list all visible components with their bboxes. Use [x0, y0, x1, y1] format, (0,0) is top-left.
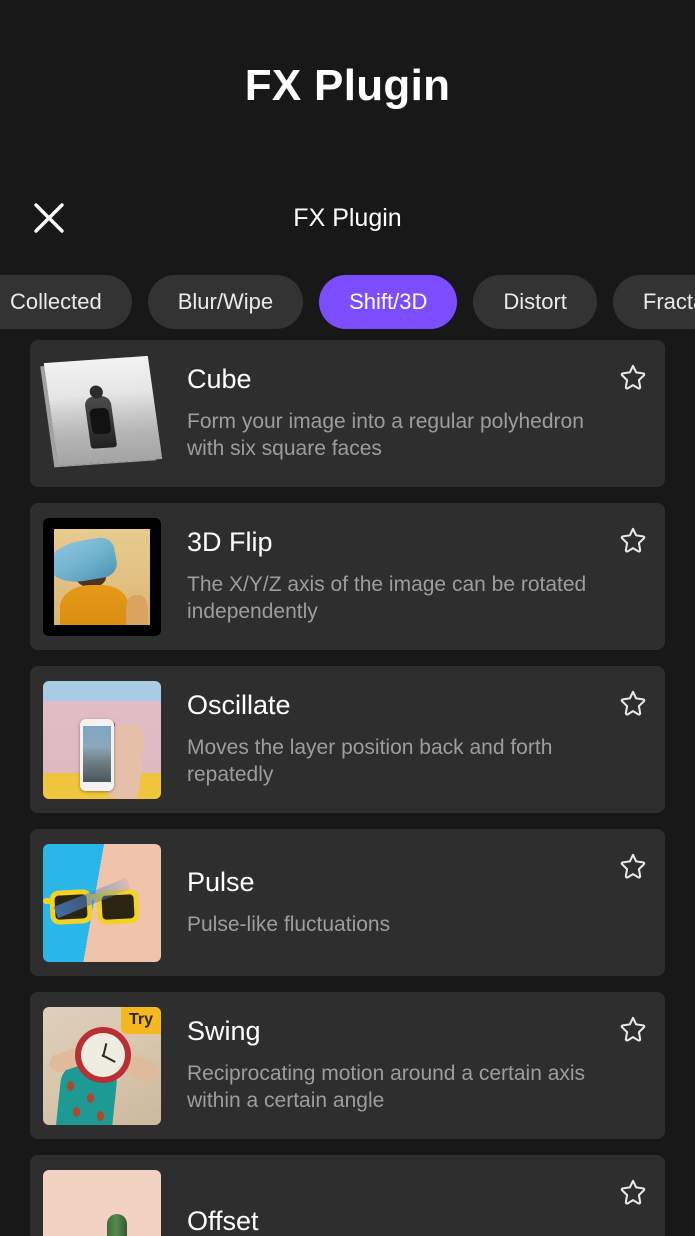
category-chip-collected[interactable]: Collected [0, 275, 132, 329]
try-badge: Try [120, 1006, 161, 1034]
effect-thumbnail-cube [43, 355, 163, 473]
effect-name: 3D Flip [187, 527, 273, 558]
effect-name: Offset [187, 1205, 259, 1236]
fx-plugin-screen: FX Plugin FX Plugin Collected Blur/Wipe … [0, 0, 695, 1236]
effect-list-item-swing[interactable]: Try Swing Reciprocating motion around a … [30, 992, 665, 1139]
effect-text: 3D Flip The X/Y/Z axis of the image can … [161, 527, 601, 626]
thumbnail-wrap [43, 517, 161, 636]
effect-list-item-pulse[interactable]: Pulse Pulse-like fluctuations [30, 829, 665, 976]
chip-label: Distort [503, 289, 567, 314]
effect-name: Pulse [187, 866, 255, 897]
page-title: FX Plugin [244, 61, 451, 110]
category-chip-blur-wipe[interactable]: Blur/Wipe [147, 275, 304, 329]
effect-thumbnail-offset [43, 1169, 161, 1236]
close-icon [32, 201, 66, 235]
thumbnail-wrap [43, 843, 161, 962]
thumbnail-wrap [43, 680, 161, 799]
chip-label: Fractal [642, 289, 695, 314]
effect-text: Swing Reciprocating motion around a cert… [161, 1016, 601, 1115]
favorite-button[interactable] [601, 666, 665, 813]
favorite-button[interactable] [601, 340, 665, 487]
category-chip-distort[interactable]: Distort [473, 275, 597, 329]
star-outline-icon [618, 688, 648, 717]
effect-text: Offset [161, 1206, 601, 1236]
effect-thumbnail-pulse [43, 843, 161, 962]
star-outline-icon [618, 525, 648, 554]
effect-thumbnail-3d-flip [43, 517, 161, 636]
effect-description: The X/Y/Z axis of the image can be rotat… [187, 573, 587, 624]
effect-list-item-offset[interactable]: Offset [30, 1155, 665, 1236]
favorite-button[interactable] [601, 1155, 665, 1236]
chip-label: Shift/3D [349, 289, 428, 314]
thumbnail-wrap: Try [43, 1006, 161, 1125]
thumbnail-wrap [43, 1169, 161, 1236]
chip-label: Collected [10, 289, 102, 314]
effect-description: Moves the layer position back and forth … [187, 736, 553, 787]
effect-text: Pulse Pulse-like fluctuations [161, 867, 601, 939]
effect-list-item-oscillate[interactable]: Oscillate Moves the layer position back … [30, 666, 665, 813]
favorite-button[interactable] [601, 503, 665, 650]
effect-text: Oscillate Moves the layer position back … [161, 690, 601, 789]
effect-text: Cube Form your image into a regular poly… [161, 364, 601, 463]
app-title-bar: FX Plugin [0, 0, 695, 172]
star-outline-icon [618, 851, 648, 880]
star-outline-icon [618, 362, 648, 391]
category-chip-shift-3d[interactable]: Shift/3D [319, 275, 458, 329]
effect-name: Oscillate [187, 690, 291, 721]
effect-description: Form your image into a regular polyhedro… [187, 410, 584, 461]
sheet-title: FX Plugin [293, 203, 402, 232]
effect-list-item-cube[interactable]: Cube Form your image into a regular poly… [30, 340, 665, 487]
category-chip-fractal[interactable]: Fractal [612, 275, 695, 329]
favorite-button[interactable] [601, 992, 665, 1139]
sheet-header: FX Plugin [0, 172, 695, 264]
chip-label: Blur/Wipe [177, 289, 274, 314]
effect-description: Reciprocating motion around a certain ax… [187, 1062, 586, 1113]
effect-name: Cube [187, 364, 252, 395]
star-outline-icon [618, 1177, 648, 1206]
favorite-button[interactable] [601, 829, 665, 976]
category-chip-row[interactable]: Collected Blur/Wipe Shift/3D Distort Fra… [0, 264, 695, 340]
effect-list-item-3d-flip[interactable]: 3D Flip The X/Y/Z axis of the image can … [30, 503, 665, 650]
close-button[interactable] [22, 191, 76, 245]
effect-list[interactable]: Cube Form your image into a regular poly… [0, 340, 695, 1236]
effect-name: Swing [187, 1016, 261, 1047]
star-outline-icon [618, 1014, 648, 1043]
thumbnail-wrap [43, 355, 163, 473]
effect-thumbnail-oscillate [43, 680, 161, 799]
effect-description: Pulse-like fluctuations [187, 912, 391, 936]
